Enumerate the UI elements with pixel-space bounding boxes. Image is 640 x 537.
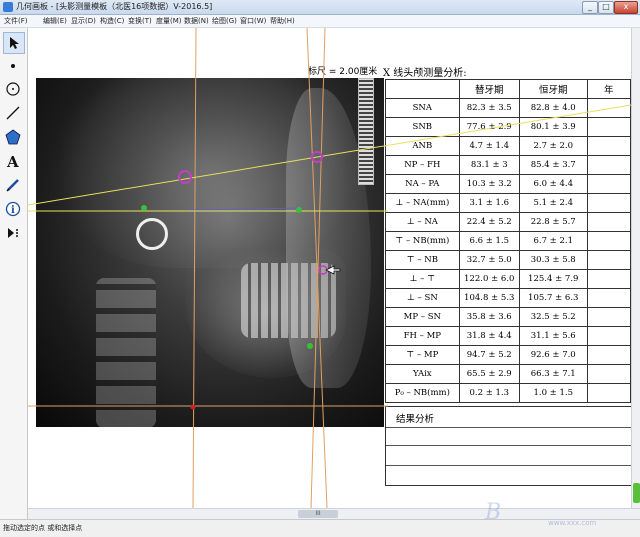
construction-point[interactable] <box>190 404 196 410</box>
guide-line[interactable] <box>187 207 304 211</box>
menu-help[interactable]: 帮助(H) <box>270 16 295 26</box>
horizontal-scrollbar[interactable]: III <box>28 508 640 519</box>
guide-line[interactable] <box>28 104 631 206</box>
guide-line[interactable] <box>306 28 328 508</box>
svg-text:A: A <box>6 153 19 169</box>
custom-tool-icon[interactable] <box>3 223 23 243</box>
construction-point[interactable] <box>178 170 192 184</box>
arrow-select-icon[interactable] <box>3 32 25 54</box>
menu-transform[interactable]: 变换(T) <box>128 16 152 26</box>
menu-edit[interactable]: 编辑(E) <box>43 16 67 26</box>
svg-text:i: i <box>11 205 15 216</box>
text-icon[interactable]: A <box>3 151 23 171</box>
minimize-button[interactable]: _ <box>582 1 598 14</box>
straightedge-icon[interactable] <box>3 103 23 123</box>
title-bar: 几何画板 - [头影测量模板（北医16项数据）V-2016.5] _ □ x <box>0 0 640 15</box>
vertical-scroll-thumb[interactable] <box>633 483 640 503</box>
status-bar: 拖动选定的点 或和选择点 <box>0 519 640 537</box>
close-button[interactable]: x <box>614 1 638 14</box>
tool-palette: A i <box>0 28 28 520</box>
menu-window[interactable]: 窗口(W) <box>240 16 266 26</box>
watermark: B <box>485 500 502 525</box>
menu-construct[interactable]: 构造(C) <box>100 16 124 26</box>
menu-display[interactable]: 显示(D) <box>71 16 96 26</box>
guide-line[interactable] <box>192 28 197 508</box>
status-text: 拖动选定的点 或和选择点 <box>3 524 83 532</box>
menu-graph[interactable]: 绘图(G) <box>212 16 237 26</box>
compass-circle-icon[interactable] <box>3 79 23 99</box>
construction-point[interactable] <box>141 205 147 211</box>
menu-measure[interactable]: 度量(M) <box>156 16 182 26</box>
polygon-icon[interactable] <box>3 127 23 147</box>
sketch-canvas[interactable]: 标尺 = 2.00厘米 X 线头颅测量分析: 替牙期 恒牙期 年 SNA 82.3… <box>28 28 631 508</box>
construction-point[interactable] <box>296 207 302 213</box>
marker-pen-icon[interactable] <box>3 175 23 195</box>
point-icon[interactable] <box>3 56 23 76</box>
information-icon[interactable]: i <box>3 199 23 219</box>
app-icon <box>3 2 13 12</box>
arrow-cursor-icon <box>325 265 341 275</box>
guide-line[interactable] <box>310 28 326 508</box>
construction-overlay <box>28 28 631 508</box>
maximize-button[interactable]: □ <box>598 1 614 14</box>
menu-file[interactable]: 文件(F) <box>4 16 28 26</box>
menu-data[interactable]: 数据(N) <box>184 16 209 26</box>
window-title: 几何画板 - [头影测量模板（北医16项数据）V-2016.5] <box>16 2 213 11</box>
horizontal-scroll-thumb[interactable]: III <box>298 510 338 518</box>
menu-bar: 文件(F) 编辑(E) 显示(D) 构造(C) 变换(T) 度量(M) 数据(N… <box>0 15 640 28</box>
vertical-scrollbar[interactable] <box>631 28 640 508</box>
construction-point[interactable] <box>307 343 313 349</box>
watermark-url: www.xxx.com <box>548 519 597 527</box>
